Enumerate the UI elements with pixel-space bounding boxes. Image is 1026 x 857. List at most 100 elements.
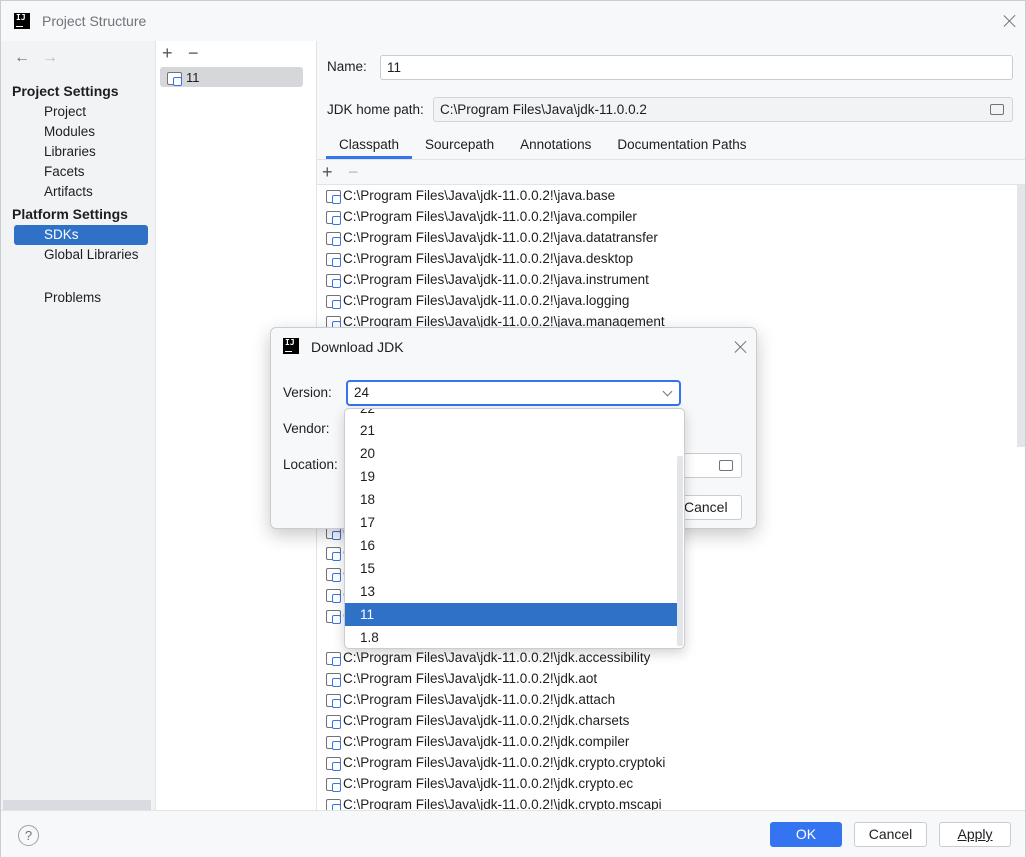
apply-button[interactable]: Apply — [939, 822, 1011, 847]
add-classpath-button[interactable]: + — [322, 163, 333, 181]
classpath-folder-icon — [325, 189, 341, 204]
sidebar-item-project[interactable]: Project — [14, 102, 148, 122]
list-item[interactable]: C:\Program Files\Java\jdk-11.0.0.2!\java… — [325, 269, 649, 290]
classpath-folder-icon — [325, 651, 341, 666]
version-option[interactable]: 1.8 — [345, 626, 677, 648]
list-item-label: C:\Program Files\Java\jdk-11.0.0.2!\java… — [343, 293, 630, 308]
version-option[interactable]: 19 — [345, 465, 677, 488]
sdk-name-input[interactable]: 11 — [380, 55, 1013, 80]
window-title: Project Structure — [42, 13, 147, 29]
remove-classpath-button[interactable]: − — [348, 163, 359, 181]
list-item[interactable]: C:\Program Files\Java\jdk-11.0.0.2!\jdk.… — [325, 647, 650, 668]
version-option[interactable]: 21 — [345, 419, 677, 442]
classpath-scrollbar[interactable] — [1017, 185, 1025, 447]
list-item-label: C:\Program Files\Java\jdk-11.0.0.2!\jdk.… — [343, 776, 634, 791]
tab-documentation-paths[interactable]: Documentation Paths — [604, 133, 759, 159]
sidebar-item-problems[interactable]: Problems — [14, 288, 148, 308]
tab-classpath[interactable]: Classpath — [326, 133, 413, 159]
list-item-label: C:\Program Files\Java\jdk-11.0.0.2!\jdk.… — [343, 713, 630, 728]
list-item[interactable]: C:\Program Files\Java\jdk-11.0.0.2!\jdk.… — [325, 752, 665, 773]
sidebar-item-artifacts[interactable]: Artifacts — [14, 182, 148, 202]
sidebar-item-libraries[interactable]: Libraries — [14, 142, 148, 162]
classpath-folder-icon — [325, 546, 341, 561]
intellij-logo-icon: IJ — [14, 13, 30, 29]
classpath-toolbar: + − — [317, 161, 1025, 185]
version-option[interactable]: 17 — [345, 511, 677, 534]
list-item-label: C:\Program Files\Java\jdk-11.0.0.2!\jdk.… — [343, 797, 662, 810]
list-item-label: C:\Program Files\Java\jdk-11.0.0.2!\jdk.… — [343, 734, 630, 749]
list-item-label: C:\Program Files\Java\jdk-11.0.0.2!\java… — [343, 209, 637, 224]
chevron-down-icon — [662, 386, 673, 397]
sdk-list-item[interactable]: 11 — [160, 67, 303, 87]
sidebar-item-facets[interactable]: Facets — [14, 162, 148, 182]
list-item[interactable]: C:\Program Files\Java\jdk-11.0.0.2!\java… — [325, 206, 637, 227]
version-option-selected[interactable]: 11 — [345, 603, 677, 626]
jdk-home-path-field[interactable]: C:\Program Files\Java\jdk-11.0.0.2 — [433, 97, 1013, 122]
classpath-folder-icon — [325, 756, 341, 771]
classpath-folder-icon — [325, 693, 341, 708]
version-option[interactable]: 20 — [345, 442, 677, 465]
tab-sourcepath[interactable]: Sourcepath — [412, 133, 507, 159]
dialog-cancel-button[interactable]: Cancel — [677, 495, 742, 520]
add-sdk-button[interactable]: + — [162, 44, 173, 62]
classpath-folder-icon — [325, 609, 341, 624]
list-item-label: C:\Program Files\Java\jdk-11.0.0.2!\java… — [343, 272, 649, 287]
title-bar: IJ Project Structure — [1, 1, 1025, 41]
list-item[interactable]: C:\Program Files\Java\jdk-11.0.0.2!\jdk.… — [325, 710, 629, 731]
platform-settings-heading: Platform Settings — [12, 206, 128, 222]
classpath-folder-icon — [325, 273, 341, 288]
browse-folder-icon[interactable] — [990, 104, 1004, 115]
list-item[interactable]: C:\Program Files\Java\jdk-11.0.0.2!\java… — [325, 185, 615, 206]
browse-folder-icon[interactable] — [719, 460, 733, 471]
classpath-folder-icon — [325, 231, 341, 246]
jdk-home-label: JDK home path: — [327, 102, 424, 117]
remove-sdk-button[interactable]: − — [188, 44, 199, 62]
list-item[interactable]: C:\Program Files\Java\jdk-11.0.0.2!\java… — [325, 290, 629, 311]
version-value: 24 — [354, 385, 370, 400]
version-label: Version: — [283, 385, 332, 400]
vendor-label: Vendor: — [283, 421, 330, 436]
back-arrow-icon[interactable]: ← — [14, 49, 30, 67]
list-item[interactable]: C:\Program Files\Java\jdk-11.0.0.2!\jdk.… — [325, 794, 662, 810]
ok-button[interactable]: OK — [770, 822, 842, 847]
sdk-tabs: Classpath Sourcepath Annotations Documen… — [326, 133, 760, 159]
list-item-label: C:\Program Files\Java\jdk-11.0.0.2!\jdk.… — [343, 755, 666, 770]
version-option[interactable]: 15 — [345, 557, 677, 580]
list-item[interactable]: C:\Program Files\Java\jdk-11.0.0.2!\jdk.… — [325, 668, 597, 689]
list-item-label: C:\Program Files\Java\jdk-11.0.0.2!\java… — [343, 251, 634, 266]
list-item-label: C:\Program Files\Java\jdk-11.0.0.2!\jdk.… — [343, 671, 598, 686]
list-item[interactable]: C:\Program Files\Java\jdk-11.0.0.2!\java… — [325, 248, 633, 269]
forward-arrow-icon[interactable]: → — [42, 49, 58, 67]
list-item[interactable]: C:\Program Files\Java\jdk-11.0.0.2!\jdk.… — [325, 689, 615, 710]
jdk-folder-icon — [166, 71, 182, 86]
close-window-icon[interactable] — [1003, 14, 1017, 28]
list-item[interactable]: C:\Program Files\Java\jdk-11.0.0.2!\java… — [325, 227, 658, 248]
list-item[interactable]: C:\Program Files\Java\jdk-11.0.0.2!\jdk.… — [325, 731, 629, 752]
list-item[interactable]: C:\Program Files\Java\jdk-11.0.0.2!\jdk.… — [325, 773, 633, 794]
tab-annotations[interactable]: Annotations — [507, 133, 604, 159]
help-button[interactable]: ? — [18, 825, 39, 846]
sidebar-item-sdks[interactable]: SDKs — [14, 225, 148, 245]
sidebar-horizontal-scrollbar[interactable] — [3, 800, 151, 810]
sidebar-item-modules[interactable]: Modules — [14, 122, 148, 142]
dialog-title: Download JDK — [311, 339, 404, 355]
list-item-label: C:\Program Files\Java\jdk-11.0.0.2!\jdk.… — [343, 650, 651, 665]
list-item-label: C:\Program Files\Java\jdk-11.0.0.2!\jdk.… — [343, 692, 616, 707]
version-option[interactable]: 18 — [345, 488, 677, 511]
classpath-folder-icon — [325, 588, 341, 603]
classpath-folder-icon — [325, 672, 341, 687]
classpath-folder-icon — [325, 798, 341, 810]
jdk-home-path-value: C:\Program Files\Java\jdk-11.0.0.2 — [440, 102, 647, 117]
version-option[interactable]: 16 — [345, 534, 677, 557]
dialog-button-bar: ? OK Cancel Apply — [1, 810, 1025, 857]
settings-sidebar: ← → Project Settings Project Modules Lib… — [1, 41, 156, 810]
close-dialog-icon[interactable] — [734, 340, 748, 354]
dropdown-scrollbar[interactable] — [677, 456, 683, 646]
cancel-button[interactable]: Cancel — [854, 822, 927, 847]
intellij-logo-icon: IJ — [283, 338, 299, 354]
version-select[interactable]: 24 — [346, 380, 681, 406]
classpath-folder-icon — [325, 294, 341, 309]
classpath-folder-icon — [325, 210, 341, 225]
sidebar-item-global-libraries[interactable]: Global Libraries — [14, 245, 148, 265]
version-option[interactable]: 13 — [345, 580, 677, 603]
